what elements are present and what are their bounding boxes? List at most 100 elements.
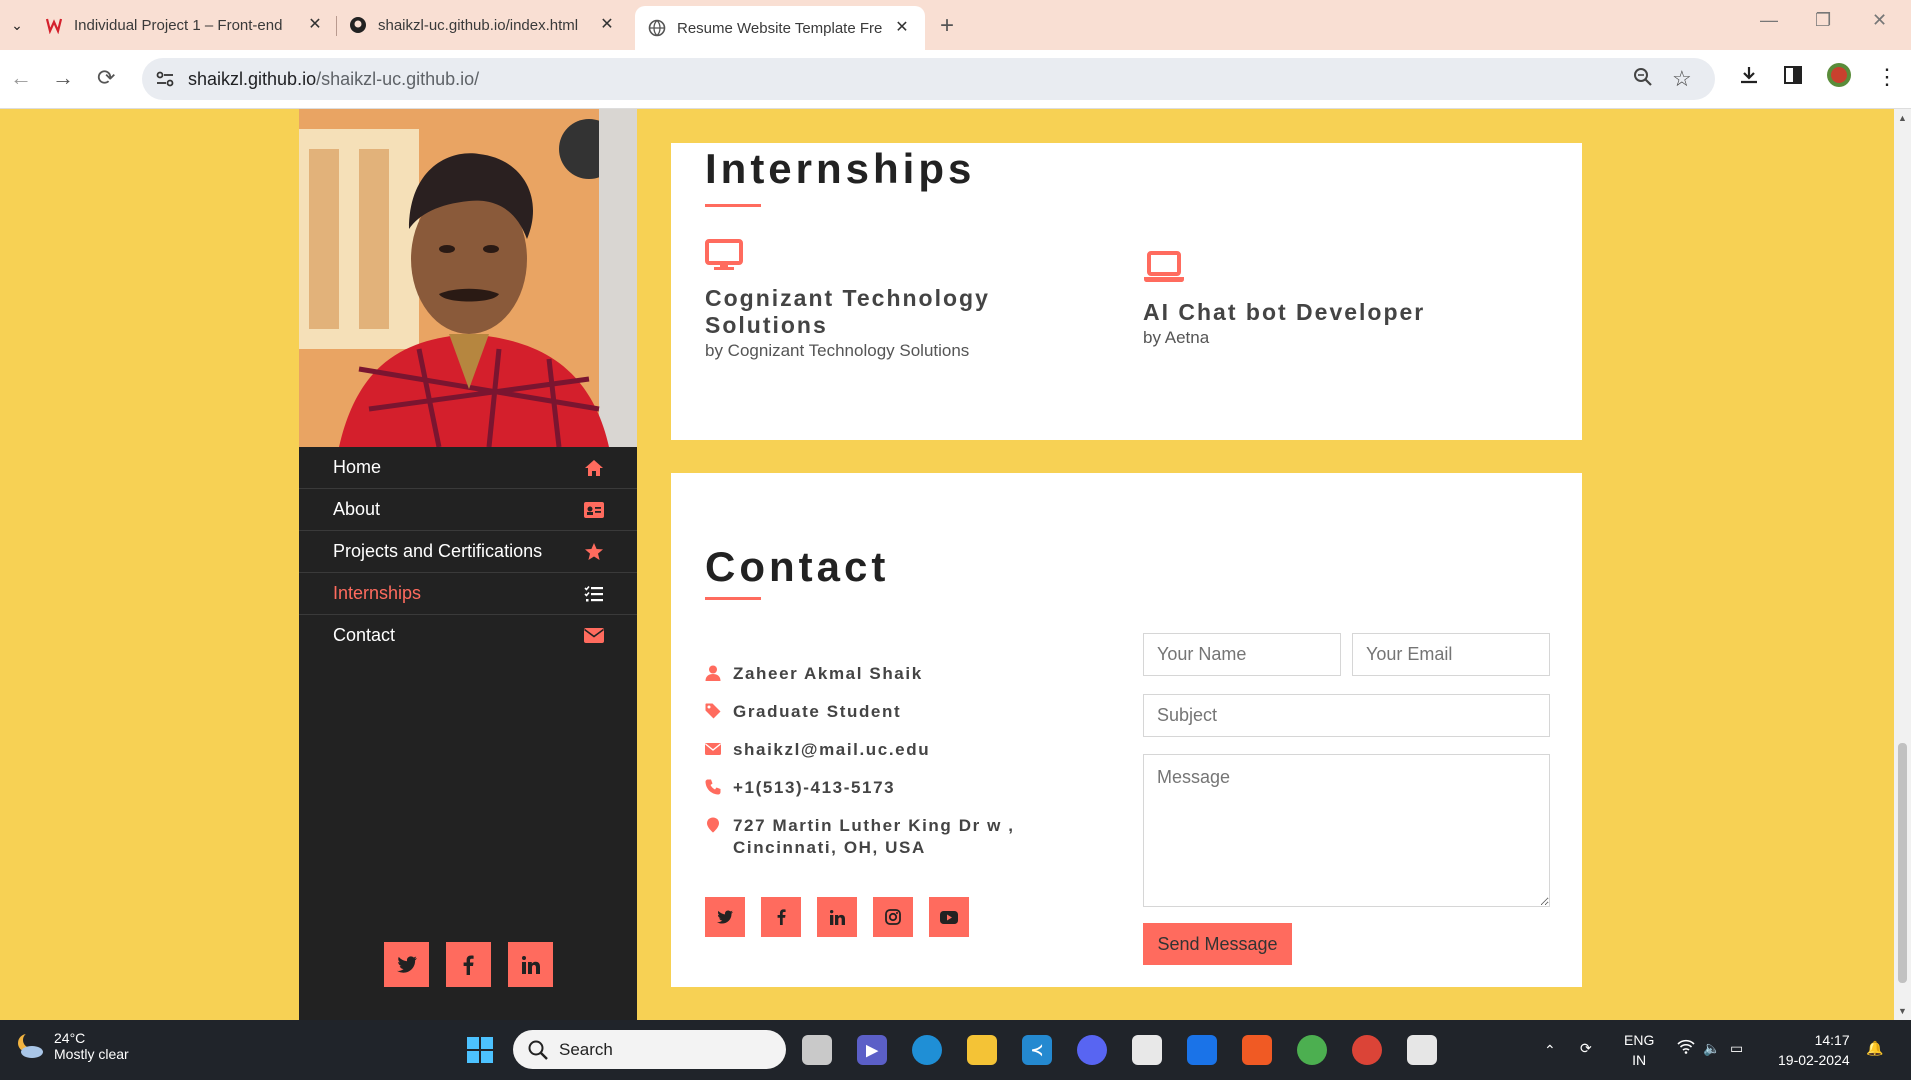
task-view-icon[interactable] [802,1035,832,1065]
tab-divider [336,16,337,36]
wifi-icon[interactable] [1677,1038,1695,1059]
tab-strip: ⌄ Individual Project 1 – Front-end ✕ sha… [0,0,1911,50]
vscode-icon[interactable]: ≺ [1022,1035,1052,1065]
your-email-input[interactable] [1352,633,1550,676]
linkedin-icon[interactable] [817,897,857,937]
side-panel-icon[interactable] [1782,64,1804,92]
twitter-icon[interactable] [384,942,429,987]
tasks-icon [583,583,605,605]
minimize-icon[interactable]: — [1760,10,1778,31]
contact-info: Zaheer Akmal Shaik Graduate Student shai… [705,663,1065,875]
contact-phone: +1(513)-413-5173 [733,778,896,797]
back-icon[interactable]: ← [10,65,32,91]
facebook-icon[interactable] [761,897,801,937]
restore-icon[interactable]: ❐ [1815,10,1831,31]
show-hidden-icons[interactable]: ⌃ [1544,1040,1556,1060]
browser-toolbar: ← → ⟳ shaikzl.github.io/shaikzl-uc.githu… [0,50,1911,109]
globe-favicon-icon [647,18,667,38]
contact-email[interactable]: shaikzl@mail.uc.edu [733,739,930,761]
contact-role-row: Graduate Student [705,701,1065,723]
internship-company: by Cognizant Technology Solutions [705,341,970,360]
chrome-icon[interactable] [1297,1035,1327,1065]
sidebar-social-links [384,942,553,987]
youtube-icon[interactable] [929,897,969,937]
nav-item-home[interactable]: Home [299,447,637,489]
heading-underline [705,597,761,600]
internship-company: by Aetna [1143,328,1210,347]
internships-section: Internships Cognizant Technology Solutio… [671,143,1582,440]
contact-social-links [705,897,969,937]
weather-widget[interactable]: 24°C Mostly clear [14,1030,129,1062]
weather-condition: Mostly clear [54,1046,129,1062]
github-favicon-icon [348,15,368,35]
language-code: ENG [1624,1032,1655,1048]
address-bar[interactable]: shaikzl.github.io/shaikzl-uc.github.io/ … [142,58,1715,100]
section-heading: Contact [705,543,890,590]
subject-input[interactable] [1143,694,1550,737]
clock-time: 14:17 [1814,1032,1850,1048]
teams-chat-icon[interactable]: ▶ [857,1035,887,1065]
clock[interactable]: 14:17 19-02-2024 [1778,1030,1850,1070]
laptop-icon [1143,251,1483,283]
window-close-icon[interactable]: ✕ [1872,10,1887,31]
facebook-icon[interactable] [446,942,491,987]
send-message-button[interactable]: Send Message [1143,923,1292,965]
id-card-icon [583,499,605,521]
chrome-profile-icon[interactable] [1352,1035,1382,1065]
instagram-icon[interactable] [873,897,913,937]
reload-icon[interactable]: ⟳ [97,65,115,91]
sidebar: Home About Projects and Certifications I… [299,109,637,1020]
tab-github-index[interactable]: shaikzl-uc.github.io/index.html ✕ [348,8,618,42]
temperature: 24°C [54,1030,86,1046]
microsoft-store-icon[interactable] [1132,1035,1162,1065]
twitter-icon[interactable] [705,897,745,937]
scroll-up-icon[interactable]: ▲ [1898,113,1907,123]
close-tab-icon[interactable]: ✕ [304,13,326,35]
edge-icon[interactable] [912,1035,942,1065]
new-tab-icon[interactable]: + [940,12,954,40]
tab-individual-project[interactable]: Individual Project 1 – Front-end ✕ [44,8,326,42]
canvas-favicon-icon [44,15,64,35]
close-tab-icon[interactable]: ✕ [891,16,913,38]
taskbar-search[interactable]: Search [513,1030,786,1069]
tab-resume-website[interactable]: Resume Website Template Free ✕ [635,6,925,50]
nav-item-projects[interactable]: Projects and Certifications [299,531,637,573]
linkedin-icon[interactable] [508,942,553,987]
page-scrollbar[interactable]: ▲ ▼ [1894,109,1911,1020]
your-name-input[interactable] [1143,633,1341,676]
notification-bell-icon[interactable]: 🔔 [1866,1038,1883,1058]
site-info-icon[interactable] [154,68,176,90]
nav-item-contact[interactable]: Contact [299,615,637,656]
close-tab-icon[interactable]: ✕ [596,13,618,35]
battery-icon[interactable]: ▭ [1730,1038,1743,1058]
star-icon [583,541,605,563]
internship-title: Cognizant Technology Solutions [705,285,990,338]
profile-avatar[interactable] [1826,62,1852,94]
bookmark-star-icon[interactable]: ☆ [1672,66,1692,92]
mail-icon[interactable] [1187,1035,1217,1065]
nav-item-about[interactable]: About [299,489,637,531]
windows-start-icon[interactable] [465,1035,495,1065]
brave-icon[interactable] [1242,1035,1272,1065]
contact-section: Contact Zaheer Akmal Shaik Graduate Stud… [671,473,1582,987]
scrollbar-thumb[interactable] [1898,743,1907,983]
envelope-icon [583,625,605,647]
scroll-down-icon[interactable]: ▼ [1898,1006,1907,1016]
profile-photo [299,109,637,447]
message-textarea[interactable] [1143,754,1550,907]
download-icon[interactable] [1738,64,1760,92]
nav-item-internships[interactable]: Internships [299,573,637,615]
snipping-tool-icon[interactable] [1407,1035,1437,1065]
forward-icon[interactable]: → [52,65,74,91]
url-host: shaikzl.github.io [188,69,317,89]
onedrive-sync-icon[interactable]: ⟳ [1580,1038,1592,1058]
menu-kebab-icon[interactable]: ⋮ [1876,64,1898,90]
tab-search-button[interactable]: ⌄ [4,12,30,38]
clock-date: 19-02-2024 [1778,1052,1850,1068]
zoom-icon[interactable] [1632,66,1654,94]
contact-address-row: 727 Martin Luther King Dr w , Cincinnati… [705,815,1065,859]
language-indicator[interactable]: ENG IN [1624,1030,1654,1070]
discord-icon[interactable] [1077,1035,1107,1065]
file-explorer-icon[interactable] [967,1035,997,1065]
volume-icon[interactable]: 🔈 [1703,1038,1720,1058]
